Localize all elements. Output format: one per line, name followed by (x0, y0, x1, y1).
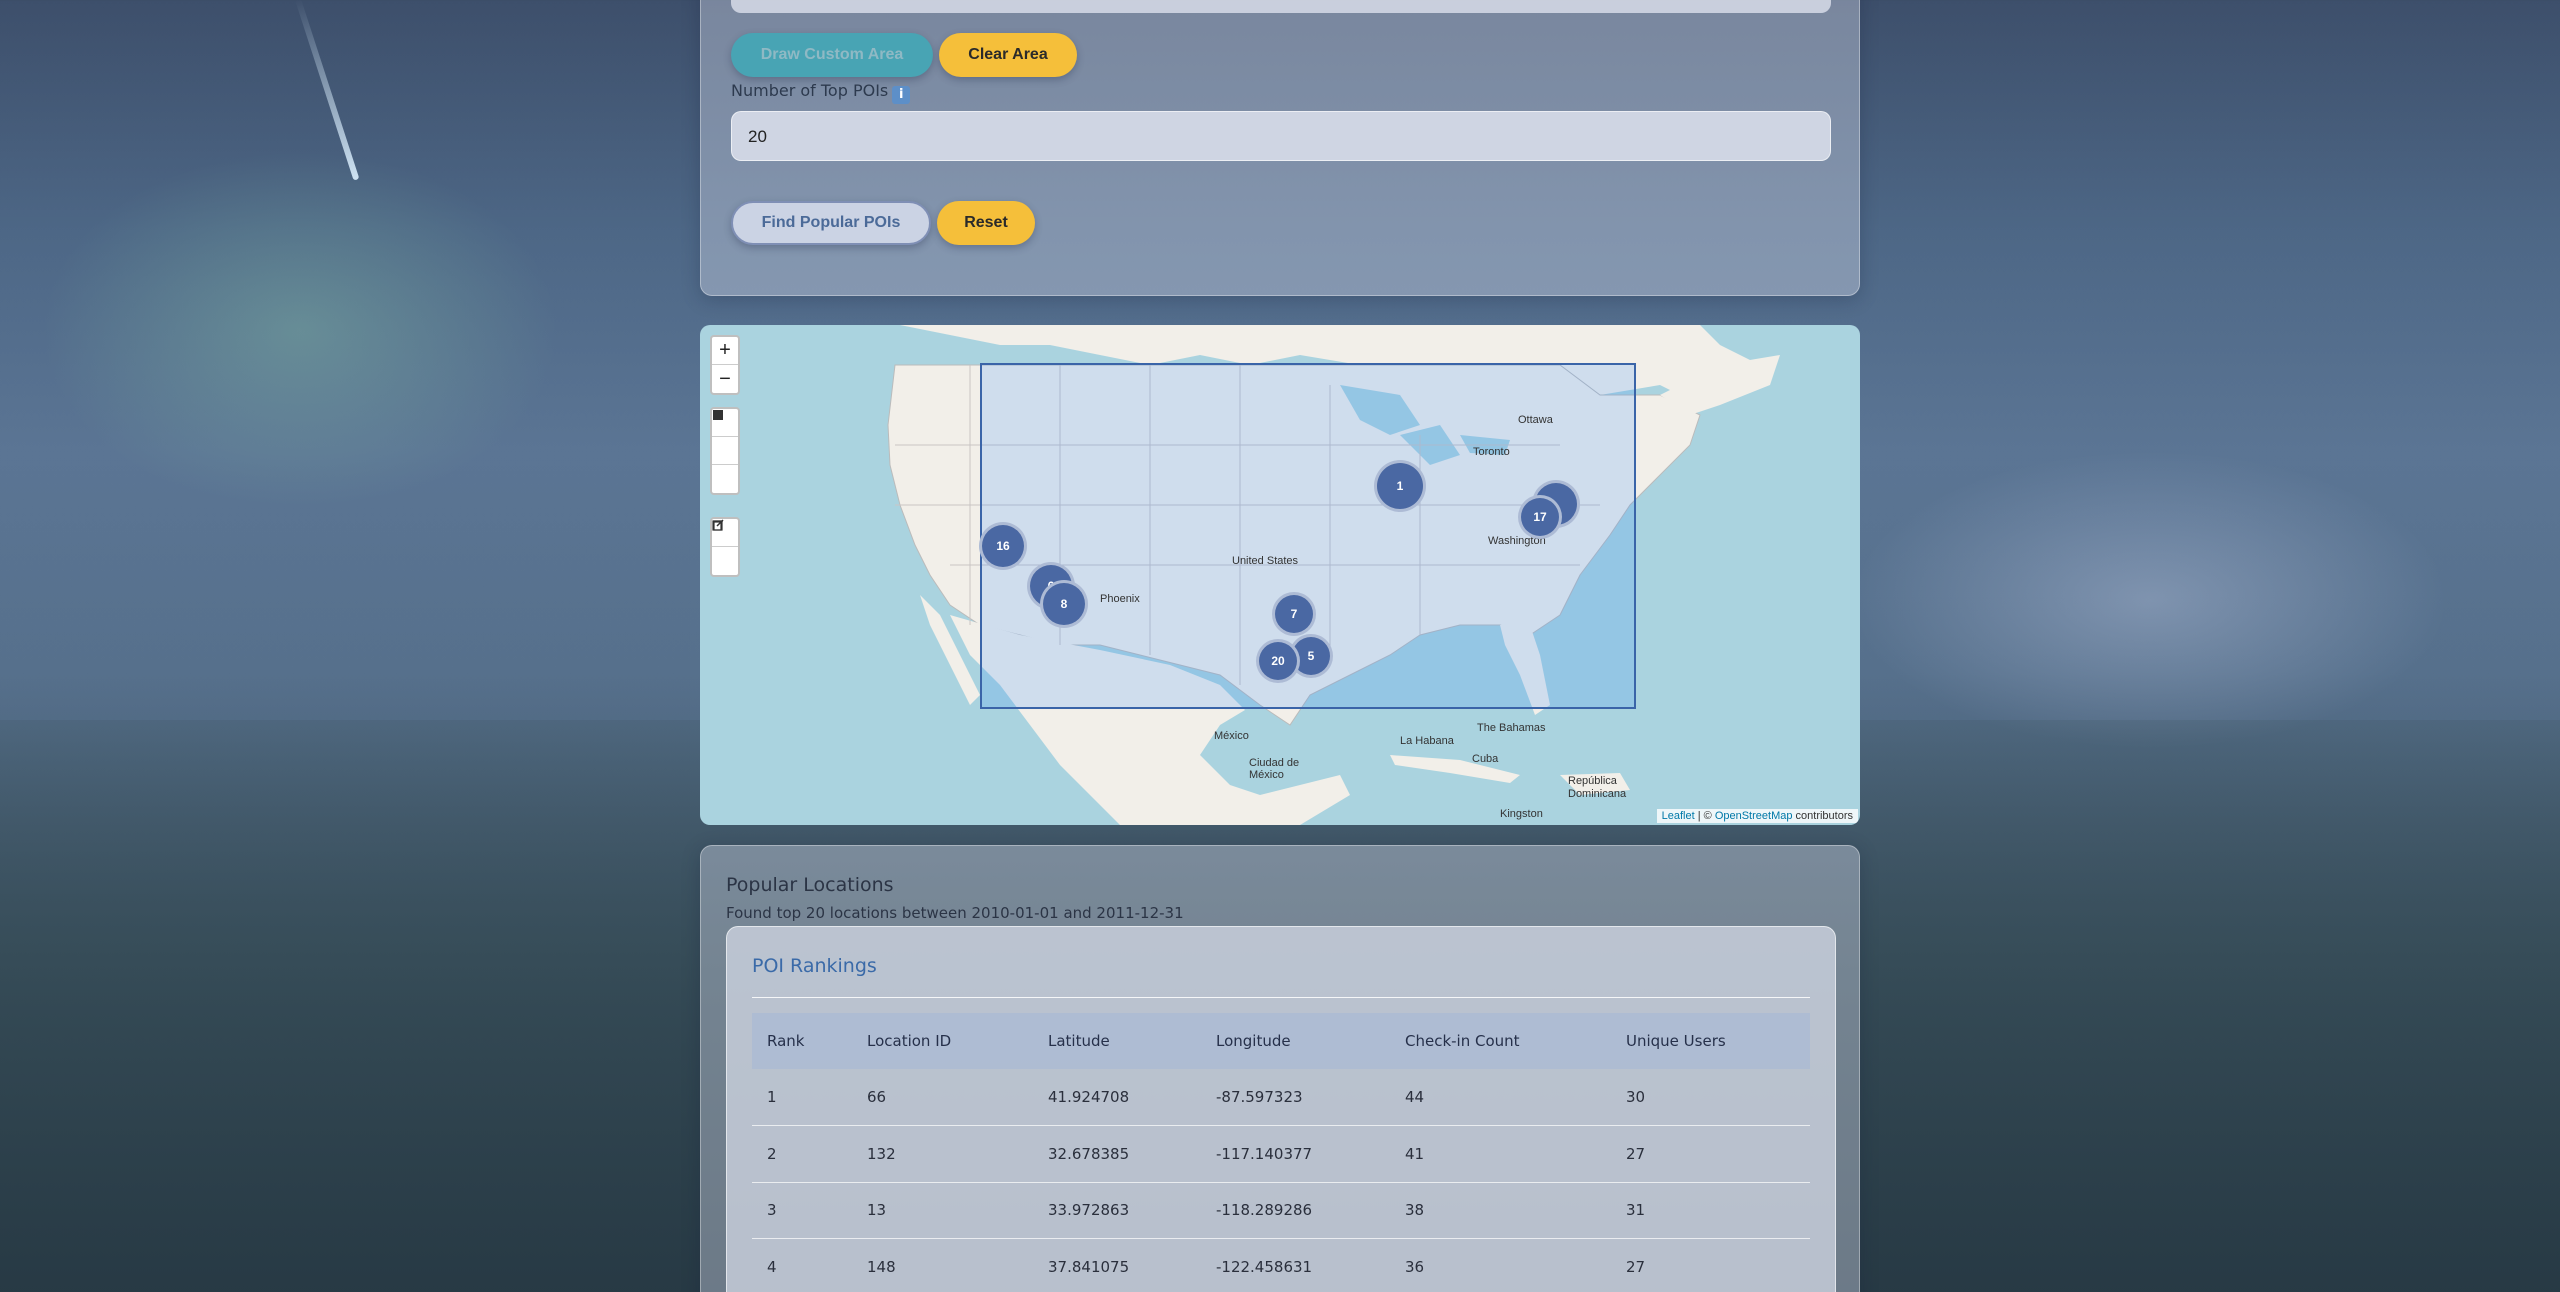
place-label-phoenix: Phoenix (1100, 593, 1140, 605)
place-label-toronto: Toronto (1473, 446, 1510, 458)
table-row: 3 13 33.972863 -118.289286 38 31 (752, 1182, 1810, 1239)
clear-area-button[interactable]: Clear Area (939, 33, 1077, 77)
draw-custom-area-button[interactable]: Draw Custom Area (731, 33, 933, 77)
table-cell: 13 (852, 1182, 1033, 1239)
table-cell: 3 (752, 1182, 852, 1239)
table-row: 4 148 37.841075 -122.458631 36 27 (752, 1238, 1810, 1292)
place-label-la-habana: La Habana (1400, 735, 1454, 747)
trash-icon[interactable] (712, 520, 738, 575)
column-header: Latitude (1048, 1032, 1110, 1050)
table-cell: 27 (1611, 1125, 1810, 1183)
leaflet-link[interactable]: Leaflet (1662, 810, 1695, 822)
table-cell: 37.841075 (1033, 1238, 1201, 1292)
table-cell: -122.458631 (1201, 1238, 1390, 1292)
column-header: Longitude (1216, 1032, 1291, 1050)
table-cell: 44 (1390, 1069, 1611, 1126)
column-header: Rank (767, 1032, 805, 1050)
zoom-control: + − (710, 335, 740, 395)
osm-link[interactable]: OpenStreetMap (1715, 810, 1793, 822)
table-row: 2 132 32.678385 -117.140377 41 27 (752, 1125, 1810, 1183)
zoom-out-button[interactable]: − (712, 365, 738, 393)
place-label-kingston: Kingston (1500, 808, 1543, 820)
draw-toolbar (710, 407, 740, 495)
aurora-glow (1850, 450, 2450, 750)
table-cell: 1 (752, 1069, 852, 1126)
reset-button[interactable]: Reset (937, 201, 1035, 245)
divider (752, 997, 1810, 998)
poi-rankings-table: Rank Location ID Latitude Longitude Chec… (752, 1013, 1810, 1292)
info-icon[interactable]: i (892, 86, 911, 104)
table-cell: 41 (1390, 1125, 1611, 1183)
table-cell: 36 (1390, 1238, 1611, 1292)
query-controls-panel: Draw Custom Area Clear Area Number of To… (700, 0, 1860, 296)
table-cell: 148 (852, 1238, 1033, 1292)
place-label-republica-dominicana: República Dominicana (1568, 775, 1627, 800)
results-subtitle: Found top 20 locations between 2010-01-0… (726, 904, 1184, 922)
table-cell: 4 (752, 1238, 852, 1292)
place-label-united-states: United States (1232, 555, 1299, 567)
top-pois-label: Number of Top POIs i (731, 81, 911, 104)
attribution-contrib: contributors (1792, 810, 1853, 822)
cluster-marker[interactable]: 16 (979, 522, 1027, 570)
results-title: Popular Locations (726, 874, 894, 896)
column-header: Check-in Count (1405, 1032, 1520, 1050)
place-label-the-bahamas: The Bahamas (1477, 722, 1546, 734)
place-label-ottawa: Ottawa (1518, 414, 1553, 426)
table-cell: 31 (1611, 1182, 1810, 1239)
map-tiles (887, 325, 1780, 825)
table-cell: 66 (852, 1069, 1033, 1126)
circle-icon[interactable] (712, 410, 738, 493)
top-pois-input[interactable]: 20 (731, 111, 1831, 161)
rectangle-icon[interactable] (712, 410, 738, 465)
cluster-marker[interactable]: 1 (1374, 460, 1426, 512)
table-cell: 30 (1611, 1069, 1810, 1126)
place-label-ciudad-de-mexico: Ciudad de México (1249, 757, 1300, 781)
table-cell: -87.597323 (1201, 1069, 1390, 1126)
cluster-marker[interactable]: 7 (1272, 592, 1316, 636)
poi-rankings-title: POI Rankings (752, 955, 877, 977)
place-label-cuba: Cuba (1472, 753, 1499, 765)
top-pois-label-text: Number of Top POIs (731, 81, 889, 100)
table-cell: 33.972863 (1033, 1182, 1201, 1239)
edit-toolbar (710, 517, 740, 577)
attribution-separator: | © (1694, 810, 1715, 822)
find-popular-pois-button[interactable]: Find Popular POIs (731, 201, 931, 245)
zoom-in-button[interactable]: + (712, 337, 738, 365)
results-panel: Popular Locations Found top 20 locations… (700, 845, 1860, 1292)
table-row: 1 66 41.924708 -87.597323 44 30 (752, 1069, 1810, 1126)
table-cell: 27 (1611, 1238, 1810, 1292)
place-label-mexico: México (1214, 730, 1249, 742)
map-attribution: Leaflet | © OpenStreetMap contributors (1656, 809, 1858, 823)
table-cell: 2 (752, 1125, 852, 1183)
column-header: Unique Users (1626, 1032, 1726, 1050)
column-header: Location ID (867, 1032, 952, 1050)
table-cell: 32.678385 (1033, 1125, 1201, 1183)
aurora-glow (40, 150, 560, 510)
table-cell: 132 (852, 1125, 1033, 1183)
table-cell: -117.140377 (1201, 1125, 1390, 1183)
map-view[interactable]: Ottawa Toronto Washington United States … (700, 325, 1860, 825)
cluster-marker[interactable]: 8 (1040, 580, 1088, 628)
table-header-row: Rank Location ID Latitude Longitude Chec… (752, 1013, 1810, 1069)
table-cell: 41.924708 (1033, 1069, 1201, 1126)
table-cell: 38 (1390, 1182, 1611, 1239)
poi-rankings-card: POI Rankings Rank Location ID Latitude L… (726, 926, 1836, 1292)
cluster-marker[interactable]: 20 (1256, 639, 1300, 683)
cluster-marker[interactable]: 17 (1518, 495, 1562, 539)
date-input-partial[interactable] (731, 0, 1831, 13)
table-cell: -118.289286 (1201, 1182, 1390, 1239)
